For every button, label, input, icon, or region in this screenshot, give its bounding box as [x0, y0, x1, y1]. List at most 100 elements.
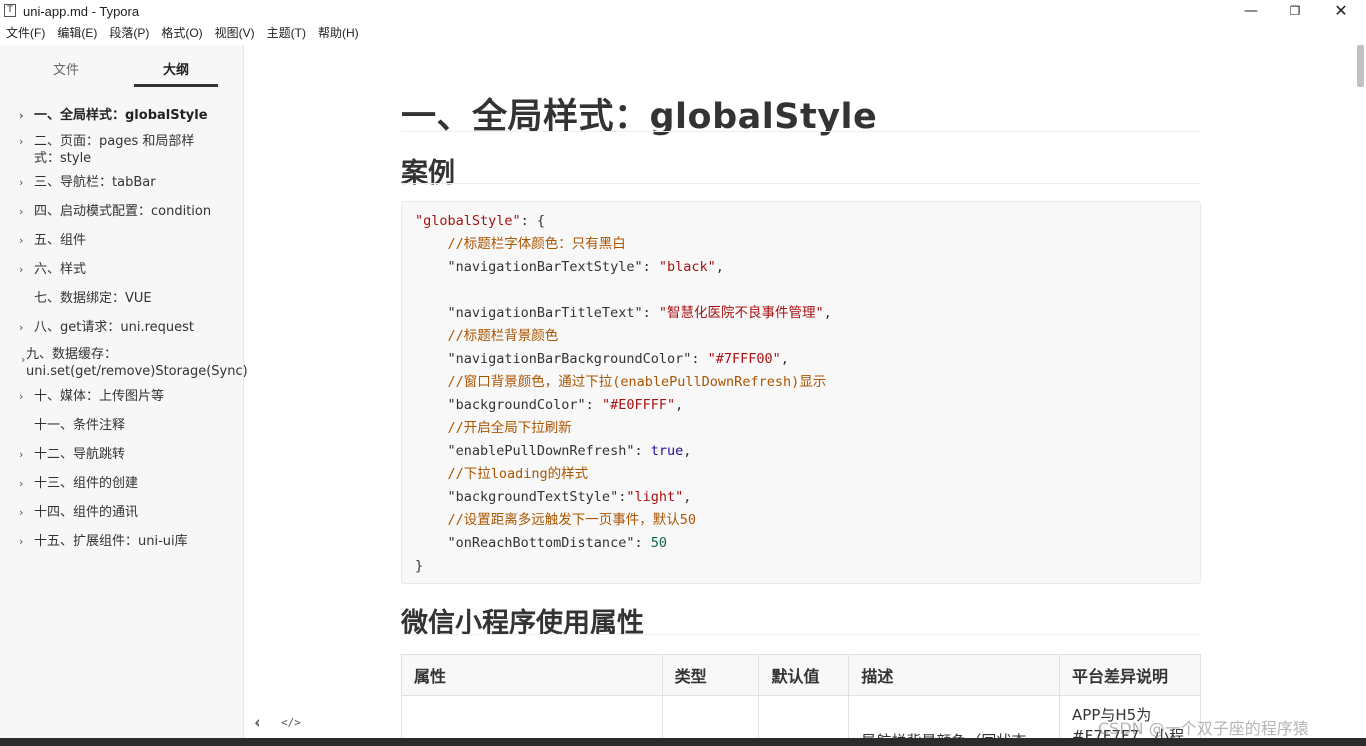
chevron-right-icon[interactable]: › [19, 232, 23, 249]
table-header-cell[interactable]: 描述 [848, 654, 1061, 696]
collapse-sidebar-icon[interactable]: ‹ [254, 713, 260, 732]
scrollbar-thumb[interactable] [1357, 45, 1364, 87]
chevron-right-icon[interactable]: › [19, 504, 23, 521]
code-token: "onReachBottomDistance": [415, 535, 651, 551]
minimize-button[interactable]: — [1228, 0, 1274, 22]
menu-theme[interactable]: 主题(T) [261, 23, 312, 43]
menu-bar: 文件(F) 编辑(E) 段落(P) 格式(O) 视图(V) 主题(T) 帮助(H… [0, 23, 365, 43]
table-header-cell[interactable]: 平台差异说明 [1059, 654, 1201, 696]
sidebar-tabs: 文件 大纲 [0, 45, 244, 91]
menu-file[interactable]: 文件(F) [0, 23, 51, 43]
code-line: } [415, 555, 1187, 578]
outline-item[interactable]: › 六、样式 [0, 261, 230, 278]
sidebar: 文件 大纲 › 一、全局样式：globalStyle › 二、页面：pages 和局部… [0, 45, 260, 746]
outline-item[interactable]: › 十、媒体：上传图片等 [0, 388, 230, 405]
menu-edit[interactable]: 编辑(E) [51, 23, 103, 43]
code-line: //设置距离多远触发下一页事件，默认50 [415, 509, 1187, 532]
chevron-right-icon[interactable]: › [19, 475, 23, 492]
chevron-right-icon[interactable]: › [19, 388, 23, 405]
close-button[interactable]: ✕ [1318, 0, 1364, 22]
menu-format[interactable]: 格式(O) [155, 23, 208, 43]
outline-item-label: 三、导航栏：tabBar [34, 175, 156, 190]
scrollbar-track[interactable] [1354, 45, 1366, 738]
csdn-watermark: CSDN @一个双子座的程序猿 [1098, 719, 1309, 738]
code-line: "backgroundTextStyle":"light", [415, 486, 1187, 509]
code-token: 50 [650, 535, 667, 551]
outline-item[interactable]: › 八、get请求：uni.request [0, 319, 230, 336]
outline-item[interactable]: › 五、组件 [0, 232, 230, 249]
source-code-mode-icon[interactable]: </> [281, 716, 301, 729]
outline-item-label: 四、启动模式配置：condition [34, 204, 212, 219]
outline-item-label: 二、页面：pages 和局部样式：style [34, 134, 195, 166]
chevron-right-icon[interactable]: › [19, 261, 23, 278]
typora-app-icon: T [4, 4, 16, 17]
code-token: , [823, 305, 832, 321]
code-line: "backgroundColor": "#E0FFFF", [415, 394, 1187, 417]
menu-help[interactable]: 帮助(H) [312, 23, 365, 43]
code-token: "black" [658, 259, 716, 275]
code-block[interactable]: "globalStyle": { //标题栏字体颜色：只有黑白 "navigat… [401, 201, 1201, 584]
code-token: "backgroundColor": [415, 397, 602, 413]
taskbar-strip [0, 738, 1366, 746]
outline-item[interactable]: › 十二、导航跳转 [0, 446, 230, 463]
active-tab-indicator [134, 84, 218, 87]
outline-item[interactable]: 七、数据绑定：VUE [0, 290, 230, 307]
table-header-cell[interactable]: 类型 [661, 654, 760, 696]
code-token: "navigationBarBackgroundColor": [415, 351, 708, 367]
code-token: , [715, 259, 724, 275]
heading-wechat-rule [401, 634, 1201, 635]
outline-item-label: 十、媒体：上传图片等 [34, 389, 165, 404]
menu-paragraph[interactable]: 段落(P) [103, 23, 155, 43]
outline-item-label: 十四、组件的通讯 [34, 505, 139, 520]
heading-1-rule [401, 131, 1201, 132]
table-header-cell[interactable]: 属性 [401, 654, 663, 696]
code-token: //窗口背景颜色，通过下拉(enablePullDownRefresh)显示 [447, 374, 827, 390]
table-header-row: 属性 类型 默认值 描述 平台差异说明 [401, 654, 1201, 696]
code-token: : { [520, 213, 546, 229]
code-line: "navigationBarBackgroundColor": "#7FFF00… [415, 348, 1187, 371]
code-line: "navigationBarTextStyle": "black", [415, 256, 1187, 279]
chevron-right-icon[interactable]: › [19, 446, 23, 463]
title-bar: T uni-app.md - Typora — ❐ ✕ [0, 0, 1366, 22]
outline-item-label: 十一、条件注释 [34, 418, 126, 433]
chevron-right-icon[interactable]: › [19, 203, 23, 220]
outline-item-label: 十三、组件的创建 [34, 476, 139, 491]
outline-item-label: 一、全局样式：globalStyle [34, 108, 208, 123]
maximize-button[interactable]: ❐ [1272, 0, 1318, 22]
tab-outline[interactable]: 大纲 [163, 59, 189, 78]
outline-item[interactable]: › 三、导航栏：tabBar [0, 174, 230, 191]
code-token: "#7FFF00" [707, 351, 781, 367]
outline-item[interactable]: › 十三、组件的创建 [0, 475, 230, 492]
outline-item[interactable]: › 九、数据缓存：uni.set(get/remove)Storage(Sync) [0, 346, 248, 380]
code-token: "backgroundTextStyle": [415, 489, 627, 505]
code-line: //开启全局下拉刷新 [415, 417, 1187, 440]
outline-item-label: 十二、导航跳转 [34, 447, 126, 462]
table-header-cell[interactable]: 默认值 [758, 654, 850, 696]
chevron-right-icon[interactable]: › [21, 351, 25, 368]
outline-item-label: 九、数据缓存：uni.set(get/remove)Storage(Sync) [26, 347, 248, 379]
outline-item[interactable]: › 十五、扩展组件：uni-ui库 [0, 533, 230, 550]
outline-item[interactable]: 十一、条件注释 [0, 417, 230, 434]
outline-item[interactable]: › 四、启动模式配置：condition [0, 203, 230, 220]
outline-item[interactable]: › 二、页面：pages 和局部样式：style [0, 133, 230, 167]
chevron-right-icon[interactable]: › [19, 133, 23, 150]
chevron-right-icon[interactable]: › [19, 533, 23, 550]
chevron-right-icon[interactable]: › [19, 107, 24, 124]
code-token: true [650, 443, 684, 459]
outline-item[interactable]: › 十四、组件的通讯 [0, 504, 230, 521]
menu-view[interactable]: 视图(V) [209, 23, 261, 43]
outline-item[interactable]: › 一、全局样式：globalStyle [0, 107, 230, 124]
tab-files[interactable]: 文件 [53, 59, 79, 78]
code-token: } [415, 558, 424, 574]
sidebar-footer: ‹ [0, 711, 260, 735]
code-line: "onReachBottomDistance": 50 [415, 532, 1187, 555]
code-line: "enablePullDownRefresh": true, [415, 440, 1187, 463]
chevron-right-icon[interactable]: › [19, 319, 23, 336]
code-line: //窗口背景颜色，通过下拉(enablePullDownRefresh)显示 [415, 371, 1187, 394]
code-token: , [780, 351, 789, 367]
code-line: //标题栏背景颜色 [415, 325, 1187, 348]
chevron-right-icon[interactable]: › [19, 174, 23, 191]
